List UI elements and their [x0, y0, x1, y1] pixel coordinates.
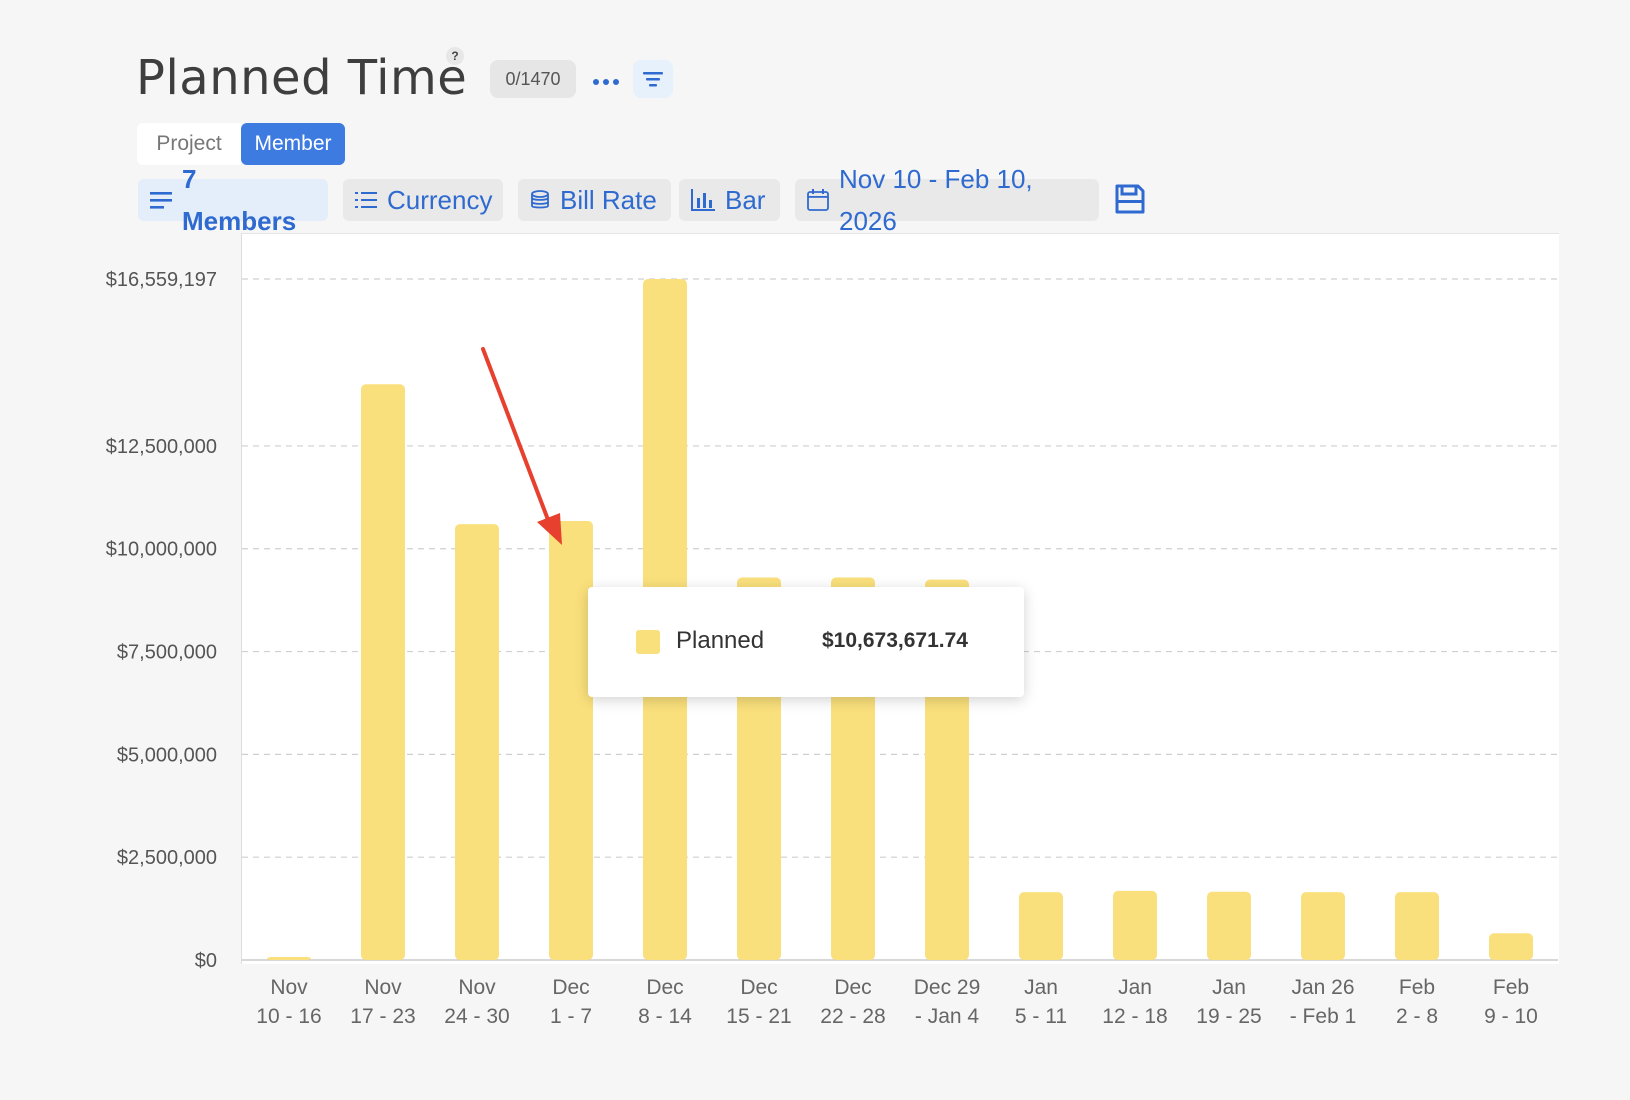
bar	[1207, 891, 1251, 960]
x-tick-label: 15 - 21	[726, 1005, 791, 1028]
x-tick-label: - Jan 4	[915, 1005, 980, 1028]
annotation-arrow-line	[481, 347, 552, 527]
x-tick-label: Jan 26	[1291, 976, 1354, 999]
bar	[1489, 933, 1533, 960]
x-tick-label: 9 - 10	[1484, 1005, 1538, 1028]
x-tick-label: 12 - 18	[1102, 1005, 1167, 1028]
x-tick-label: Jan	[1024, 976, 1058, 999]
x-tick-label: 24 - 30	[444, 1005, 509, 1028]
x-tick-label: Nov	[364, 976, 402, 999]
x-tick-label: Nov	[270, 976, 308, 999]
x-tick-label: 19 - 25	[1196, 1005, 1261, 1028]
x-tick-label: 1 - 7	[550, 1005, 592, 1028]
x-tick-label: Dec	[552, 976, 589, 999]
x-tick-label: Dec	[740, 976, 777, 999]
x-tick-label: Feb	[1399, 976, 1435, 999]
x-tick-label: 10 - 16	[256, 1005, 321, 1028]
bar	[455, 524, 499, 960]
y-tick-label: $2,500,000	[117, 847, 217, 869]
y-tick-label: $0	[195, 950, 217, 972]
x-tick-label: Nov	[458, 976, 496, 999]
x-tick-label: 8 - 14	[638, 1005, 692, 1028]
bar	[1395, 892, 1439, 960]
x-tick-label: Dec	[834, 976, 871, 999]
y-tick-label: $7,500,000	[117, 642, 217, 664]
y-tick-label: $16,559,197	[106, 269, 217, 291]
x-tick-label: Dec	[646, 976, 683, 999]
y-tick-label: $5,000,000	[117, 744, 217, 766]
x-tick-label: 2 - 8	[1396, 1005, 1438, 1028]
x-tick-label: - Feb 1	[1290, 1005, 1357, 1028]
x-tick-label: 22 - 28	[820, 1005, 885, 1028]
chart-tooltip: Planned $10,673,671.74	[588, 587, 1024, 697]
bar	[549, 521, 593, 960]
bar	[361, 384, 405, 960]
bar	[1113, 890, 1157, 960]
planned-time-chart: $0 $2,500,000 $5,000,000 $7,500,000 $10,000,…	[106, 269, 1558, 1028]
x-tick-label: 17 - 23	[350, 1005, 415, 1028]
tooltip-swatch	[636, 630, 660, 654]
tooltip-label: Planned	[676, 627, 765, 654]
y-tick-label: $12,500,000	[106, 436, 217, 458]
bar	[1019, 892, 1063, 960]
x-tick-label: Jan	[1118, 976, 1152, 999]
bar	[1301, 892, 1345, 960]
bar	[267, 957, 311, 960]
y-tick-label: $10,000,000	[106, 539, 217, 561]
x-tick-label: Dec 29	[914, 976, 981, 999]
x-tick-label: Feb	[1493, 976, 1529, 999]
tooltip-value: $10,673,671.74	[822, 629, 968, 652]
x-tick-label: Jan	[1212, 976, 1246, 999]
x-tick-label: 5 - 11	[1015, 1005, 1067, 1028]
